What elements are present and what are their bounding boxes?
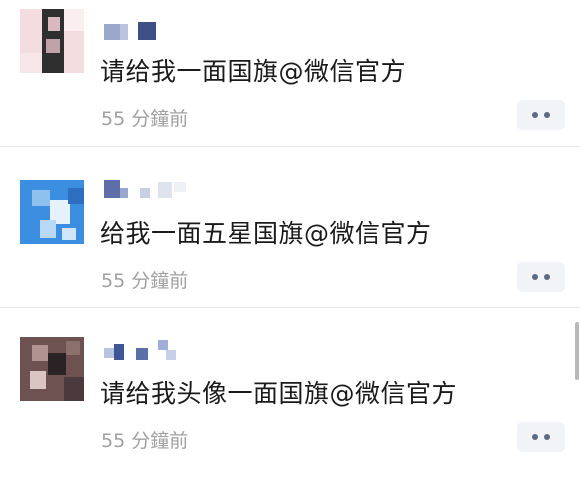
username[interactable] xyxy=(104,340,224,362)
more-options-button[interactable] xyxy=(517,100,565,130)
more-options-button[interactable] xyxy=(517,422,565,452)
divider xyxy=(0,146,580,147)
scrollbar[interactable] xyxy=(575,322,579,380)
comment-feed: 请给我一面国旗@微信官方 55 分鐘前 给我一面五星国旗@微信官方 55 分鐘前… xyxy=(0,0,580,469)
timestamp: 55 分鐘前 xyxy=(101,270,189,292)
more-dots-icon xyxy=(517,262,565,292)
comment-item: 给我一面五星国旗@微信官方 55 分鐘前 xyxy=(0,162,580,322)
avatar[interactable] xyxy=(20,180,84,244)
comment-text: 请给我头像一面国旗@微信官方 xyxy=(100,379,458,408)
timestamp: 55 分鐘前 xyxy=(101,430,189,452)
comment-item: 请给我一面国旗@微信官方 55 分鐘前 xyxy=(0,0,580,160)
divider xyxy=(0,307,580,308)
timestamp: 55 分鐘前 xyxy=(101,108,189,130)
comment-text: 给我一面五星国旗@微信官方 xyxy=(100,219,432,248)
avatar[interactable] xyxy=(20,9,84,73)
username[interactable] xyxy=(104,178,224,200)
more-dots-icon xyxy=(517,422,565,452)
comment-item: 请给我头像一面国旗@微信官方 55 分鐘前 xyxy=(0,324,580,484)
username[interactable] xyxy=(104,22,224,44)
avatar[interactable] xyxy=(20,337,84,401)
comment-text: 请给我一面国旗@微信官方 xyxy=(100,57,407,86)
more-dots-icon xyxy=(517,100,565,130)
more-options-button[interactable] xyxy=(517,262,565,292)
